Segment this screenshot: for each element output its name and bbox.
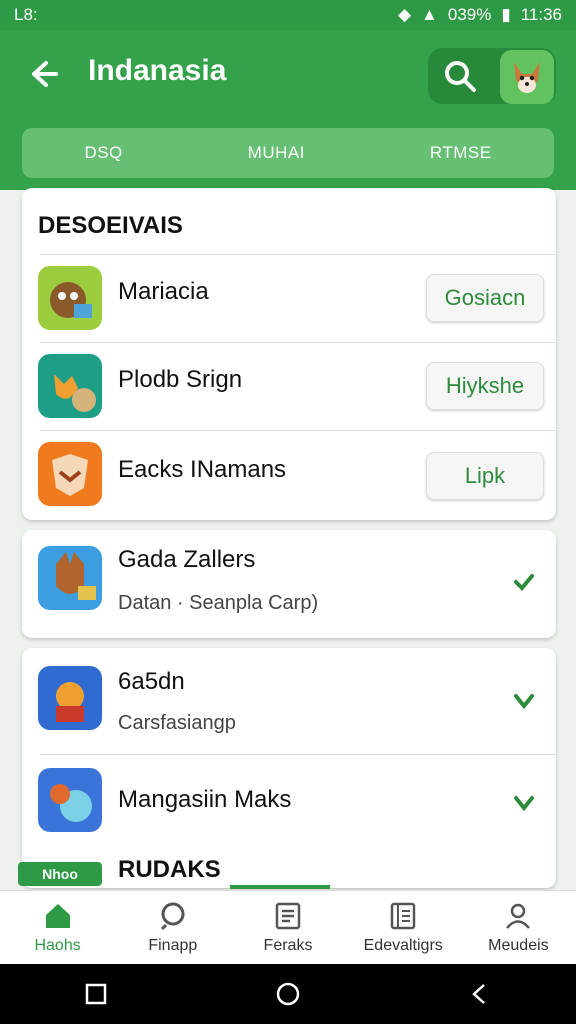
app-name: Eacks INamans xyxy=(118,456,287,483)
status-bar: L8: ◆ ▲ 039% ▮ 11:36 xyxy=(0,0,576,30)
system-nav-bar xyxy=(0,964,576,1024)
app-name: Plodb Srign xyxy=(118,366,243,393)
list-item[interactable]: Mangasiin Maks xyxy=(22,754,556,854)
search-icon xyxy=(160,902,185,931)
back-icon[interactable] xyxy=(468,982,492,1006)
install-button[interactable]: Lipk xyxy=(426,452,544,500)
bottom-nav: Haohs Finapp Feraks Edevaltigrs Meudeis xyxy=(0,890,576,965)
nav-item-feeds[interactable]: Feraks xyxy=(230,891,345,965)
chevron-down-icon[interactable] xyxy=(510,686,538,714)
home-button-icon[interactable] xyxy=(275,981,301,1007)
app-icon-plodb xyxy=(38,354,102,418)
page-title: Indanasia xyxy=(88,54,227,87)
list-item[interactable]: Plodb Srign Hiykshe xyxy=(22,342,556,430)
wifi-icon: ◆ xyxy=(397,5,412,24)
nav-item-search[interactable]: Finapp xyxy=(115,891,230,965)
app-bar: Indanasia DSQ MUHAI RTMSE xyxy=(0,30,576,190)
avatar[interactable] xyxy=(500,50,554,104)
nav-label: Haohs xyxy=(34,937,81,954)
document-icon xyxy=(275,902,301,930)
section-title: RUDAKS xyxy=(118,856,221,883)
app-name: Mariacia xyxy=(118,278,209,305)
nav-item-developers[interactable]: Edevaltigrs xyxy=(346,891,461,965)
home-icon xyxy=(45,904,70,928)
clock: 11:36 xyxy=(520,5,562,24)
app-name: 6a5dn xyxy=(118,668,185,695)
scroll-indicator xyxy=(230,885,330,889)
app-icon-6a5dn xyxy=(38,666,102,730)
battery-icon: ▮ xyxy=(501,5,511,24)
recent-apps-icon[interactable] xyxy=(84,982,108,1006)
featured-list-card: DESOEIVAIS Mariacia Gosiacn Plodb Srign … xyxy=(22,188,556,520)
list-item[interactable]: Mariacia Gosiacn xyxy=(22,254,556,342)
check-chevron-icon[interactable] xyxy=(510,568,538,596)
status-left: L8: xyxy=(14,5,38,24)
app-icon-gada xyxy=(38,546,102,610)
signal-icon: ▲ xyxy=(421,5,438,24)
more-apps-card: 6a5dn Carsfasiangp Mangasiin Maks xyxy=(22,648,556,888)
app-name: Mangasiin Maks xyxy=(118,786,292,813)
search-icon[interactable] xyxy=(438,54,482,98)
install-button[interactable]: Gosiacn xyxy=(426,274,544,322)
tab-bar: DSQ MUHAI RTMSE xyxy=(22,128,554,178)
single-app-card[interactable]: Gada Zallers Datan · Seanpla Carp) xyxy=(22,530,556,638)
list-item[interactable]: 6a5dn Carsfasiangp xyxy=(22,648,556,754)
tab-dsq[interactable]: DSQ xyxy=(84,143,122,163)
book-icon xyxy=(390,902,416,930)
app-icon-eacks xyxy=(38,442,102,506)
nav-item-home[interactable]: Haohs xyxy=(0,891,115,965)
tab-muhai[interactable]: MUHAI xyxy=(248,143,305,163)
app-icon-mangasiin xyxy=(38,768,102,832)
profile-icon xyxy=(506,903,531,929)
chevron-down-icon[interactable] xyxy=(510,788,538,816)
app-subtitle: Datan · Seanpla Carp) xyxy=(118,592,319,614)
nav-item-profile[interactable]: Meudeis xyxy=(461,891,576,965)
back-arrow-icon[interactable] xyxy=(24,56,60,92)
nav-label: Meudeis xyxy=(488,937,549,954)
nav-label: Feraks xyxy=(263,937,313,954)
app-icon-mariacia xyxy=(38,266,102,330)
list-item[interactable]: Eacks INamans Lipk xyxy=(22,430,556,520)
section-badge: Nhoo xyxy=(18,862,102,886)
install-button[interactable]: Hiykshe xyxy=(426,362,544,410)
section-title: DESOEIVAIS xyxy=(38,212,183,239)
nav-label: Finapp xyxy=(148,937,198,954)
nav-label: Edevaltigrs xyxy=(363,937,443,954)
battery-level: 039% xyxy=(447,5,492,24)
app-subtitle: Carsfasiangp xyxy=(118,712,236,734)
tab-rtmse[interactable]: RTMSE xyxy=(430,143,492,163)
status-right: ◆ ▲ 039% ▮ 11:36 xyxy=(398,5,562,25)
app-name: Gada Zallers xyxy=(118,546,256,573)
